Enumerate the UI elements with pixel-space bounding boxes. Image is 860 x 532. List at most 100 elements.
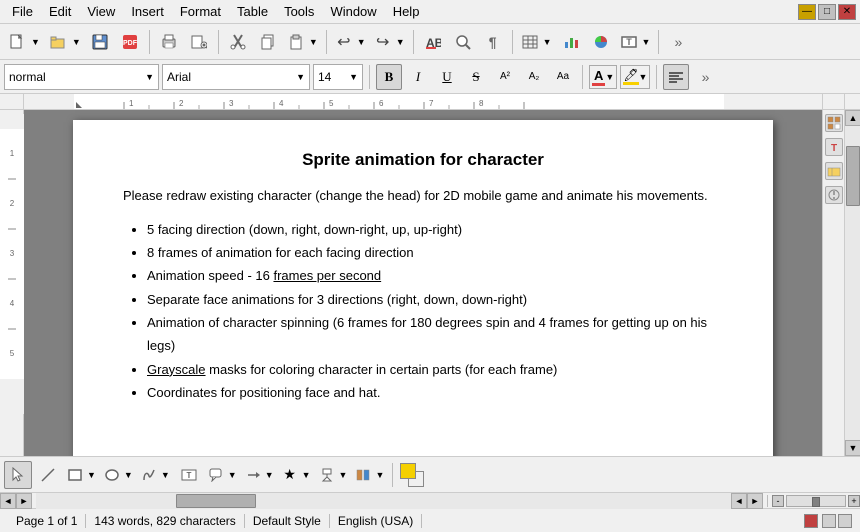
arrow-dropdown-arrow[interactable]: ▼	[263, 470, 276, 480]
italic-button[interactable]: I	[405, 64, 431, 90]
select-tool-button[interactable]	[4, 461, 32, 489]
insert-special-group[interactable]: ▼	[352, 461, 387, 489]
insert-chart-button[interactable]	[557, 28, 585, 56]
paste-dropdown-arrow[interactable]: ▼	[307, 37, 320, 47]
textbox-dropdown-arrow[interactable]: ▼	[640, 37, 653, 47]
more-format-button[interactable]: »	[692, 64, 718, 90]
flowchart-tool-button[interactable]	[317, 461, 337, 489]
redo-dropdown-arrow[interactable]: ▼	[394, 37, 407, 47]
export-pdf-button[interactable]: PDF	[116, 28, 144, 56]
zoom-in-button[interactable]: +	[848, 495, 860, 507]
h-scroll-track[interactable]	[36, 493, 731, 509]
bold-button[interactable]: B	[376, 64, 402, 90]
insert-pie-chart-button[interactable]	[587, 28, 615, 56]
star-tool-group[interactable]: ★ ▼	[279, 461, 314, 489]
undo-button[interactable]: ↩	[333, 28, 355, 56]
redo-button-group[interactable]: ↪ ▼	[371, 28, 408, 56]
callout-tool-button[interactable]	[206, 461, 226, 489]
menu-tools[interactable]: Tools	[276, 2, 322, 21]
print-preview-button[interactable]	[185, 28, 213, 56]
menu-edit[interactable]: Edit	[41, 2, 79, 21]
font-color-button-group[interactable]: A ▼	[589, 65, 617, 89]
h-scroll-right-button[interactable]: ►	[747, 493, 763, 509]
arrow-tool-group[interactable]: ▼	[242, 461, 277, 489]
text-draw-button[interactable]: T	[175, 461, 203, 489]
flowchart-tool-group[interactable]: ▼	[316, 461, 351, 489]
scroll-thumb[interactable]	[846, 146, 860, 206]
fill-color-indicator[interactable]	[398, 461, 426, 489]
h-scroll-thumb[interactable]	[176, 494, 256, 508]
insert-table-button-group[interactable]: ▼	[518, 28, 555, 56]
ellipse-dropdown-arrow[interactable]: ▼	[122, 470, 135, 480]
maximize-button[interactable]: □	[818, 4, 836, 20]
menu-view[interactable]: View	[79, 2, 123, 21]
flowchart-dropdown-arrow[interactable]: ▼	[337, 470, 350, 480]
find-button[interactable]	[449, 28, 477, 56]
insert-special-button[interactable]	[353, 461, 373, 489]
zoom-out-button[interactable]: -	[772, 495, 784, 507]
scroll-track[interactable]	[845, 126, 860, 440]
freeform-tool-button[interactable]	[139, 461, 159, 489]
line-tool-button[interactable]	[34, 461, 62, 489]
open-button-group[interactable]: ▼	[45, 28, 84, 56]
menu-table[interactable]: Table	[229, 2, 276, 21]
spellcheck-button[interactable]: ABC	[419, 28, 447, 56]
vertical-scrollbar[interactable]: ▲ ▼	[844, 110, 860, 456]
ellipse-tool-button[interactable]	[102, 461, 122, 489]
open-dropdown-arrow[interactable]: ▼	[70, 37, 83, 47]
undo-button-group[interactable]: ↩ ▼	[332, 28, 369, 56]
paste-button-group[interactable]: ▼	[284, 28, 321, 56]
menu-window[interactable]: Window	[322, 2, 384, 21]
rectangle-tool-button[interactable]	[65, 461, 85, 489]
rect-dropdown-arrow[interactable]: ▼	[85, 470, 98, 480]
ellipse-tool-group[interactable]: ▼	[101, 461, 136, 489]
paragraph-style-select[interactable]: normal ▼	[4, 64, 159, 90]
insert-textbox-button-group[interactable]: T ▼	[617, 28, 654, 56]
prev-page-button[interactable]: ◄	[0, 493, 16, 509]
undo-dropdown-arrow[interactable]: ▼	[355, 37, 368, 47]
navigator-button[interactable]	[825, 114, 843, 132]
insert-table-button[interactable]	[519, 28, 541, 56]
font-size-select[interactable]: 14 ▼	[313, 64, 363, 90]
special-dropdown-arrow[interactable]: ▼	[373, 470, 386, 480]
menu-file[interactable]: File	[4, 2, 41, 21]
align-left-button[interactable]	[663, 64, 689, 90]
redo-button[interactable]: ↪	[372, 28, 394, 56]
star-dropdown-arrow[interactable]: ▼	[300, 470, 313, 480]
more-button[interactable]: »	[664, 28, 692, 56]
new-button[interactable]	[5, 28, 29, 56]
font-select[interactable]: Arial ▼	[162, 64, 310, 90]
highlight-arrow[interactable]: ▼	[639, 72, 648, 82]
open-button[interactable]	[46, 28, 70, 56]
insert-textbox-button[interactable]: T	[618, 28, 640, 56]
table-dropdown-arrow[interactable]: ▼	[541, 37, 554, 47]
nonprinting-chars-button[interactable]: ¶	[479, 28, 507, 56]
font-color-arrow[interactable]: ▼	[605, 72, 614, 82]
properties-button[interactable]	[825, 186, 843, 204]
new-dropdown-arrow[interactable]: ▼	[29, 37, 42, 47]
menu-format[interactable]: Format	[172, 2, 229, 21]
next-page-button[interactable]: ►	[16, 493, 32, 509]
case-button[interactable]: Aa	[550, 64, 576, 90]
underline-button[interactable]: U	[434, 64, 460, 90]
new-button-group[interactable]: ▼	[4, 28, 43, 56]
callout-dropdown-arrow[interactable]: ▼	[226, 470, 239, 480]
print-button[interactable]	[155, 28, 183, 56]
menu-help[interactable]: Help	[385, 2, 428, 21]
close-button[interactable]: ✕	[838, 4, 856, 20]
menu-insert[interactable]: Insert	[123, 2, 172, 21]
freeform-dropdown-arrow[interactable]: ▼	[159, 470, 172, 480]
paste-button[interactable]	[285, 28, 307, 56]
arrow-tool-button[interactable]	[243, 461, 263, 489]
h-scroll-left-button[interactable]: ◄	[731, 493, 747, 509]
scroll-down-button[interactable]: ▼	[845, 440, 860, 456]
highlight-button-group[interactable]: 🖊 ▼	[620, 65, 650, 89]
gallery-button[interactable]	[825, 162, 843, 180]
styles-button[interactable]: T	[825, 138, 843, 156]
zoom-slider-thumb[interactable]	[812, 497, 820, 507]
copy-button[interactable]	[254, 28, 282, 56]
scroll-up-button[interactable]: ▲	[845, 110, 860, 126]
star-tool-button[interactable]: ★	[280, 461, 300, 489]
freeform-tool-group[interactable]: ▼	[138, 461, 173, 489]
cut-button[interactable]	[224, 28, 252, 56]
